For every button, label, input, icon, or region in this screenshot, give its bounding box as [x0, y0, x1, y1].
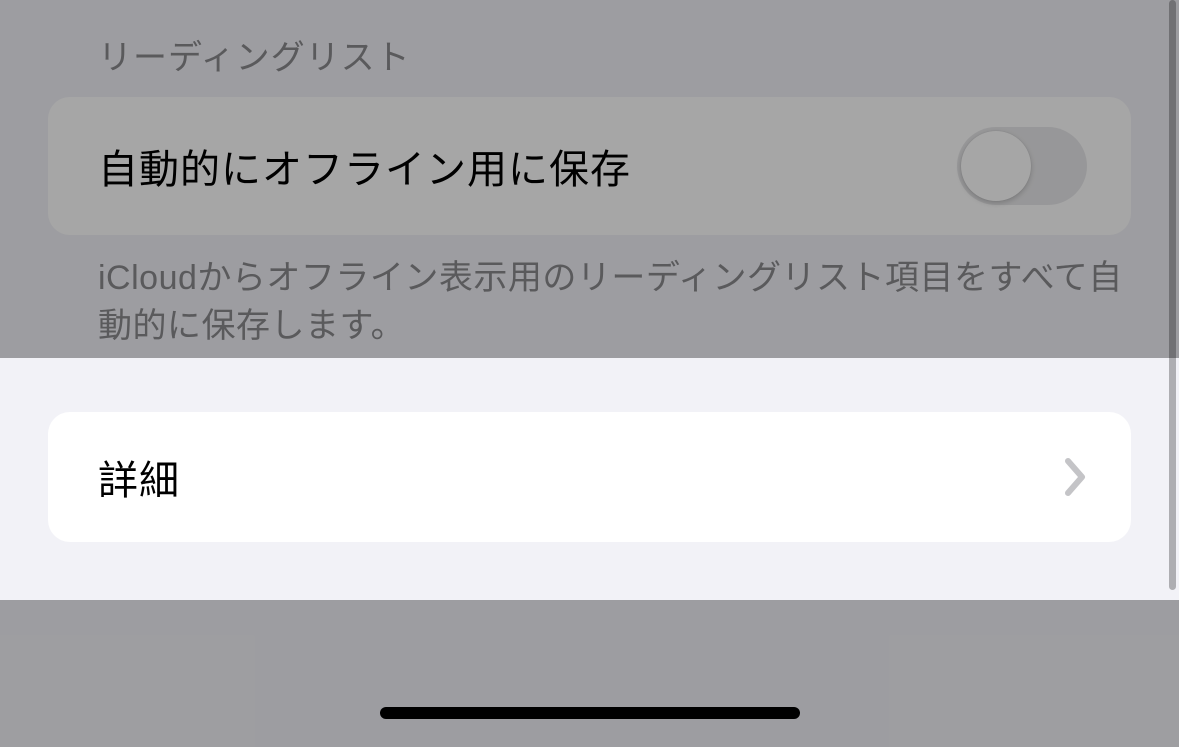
reading-list-group: 自動的にオフライン用に保存 — [48, 97, 1131, 235]
advanced-label: 詳細 — [98, 448, 180, 506]
reading-list-footer: iCloudからオフライン表示用のリーディングリスト項目をすべて自動的に保存しま… — [0, 235, 1179, 370]
reading-list-section-header: リーディングリスト — [0, 0, 1179, 97]
auto-save-offline-label: 自動的にオフライン用に保存 — [98, 137, 631, 195]
home-indicator[interactable] — [380, 707, 800, 719]
advanced-row[interactable]: 詳細 — [48, 412, 1131, 542]
chevron-right-icon — [1065, 458, 1087, 496]
auto-save-offline-toggle[interactable] — [957, 127, 1087, 205]
auto-save-offline-row[interactable]: 自動的にオフライン用に保存 — [48, 97, 1131, 235]
toggle-knob — [961, 131, 1031, 201]
scrollbar[interactable] — [1169, 0, 1176, 590]
advanced-group: 詳細 — [48, 412, 1131, 542]
